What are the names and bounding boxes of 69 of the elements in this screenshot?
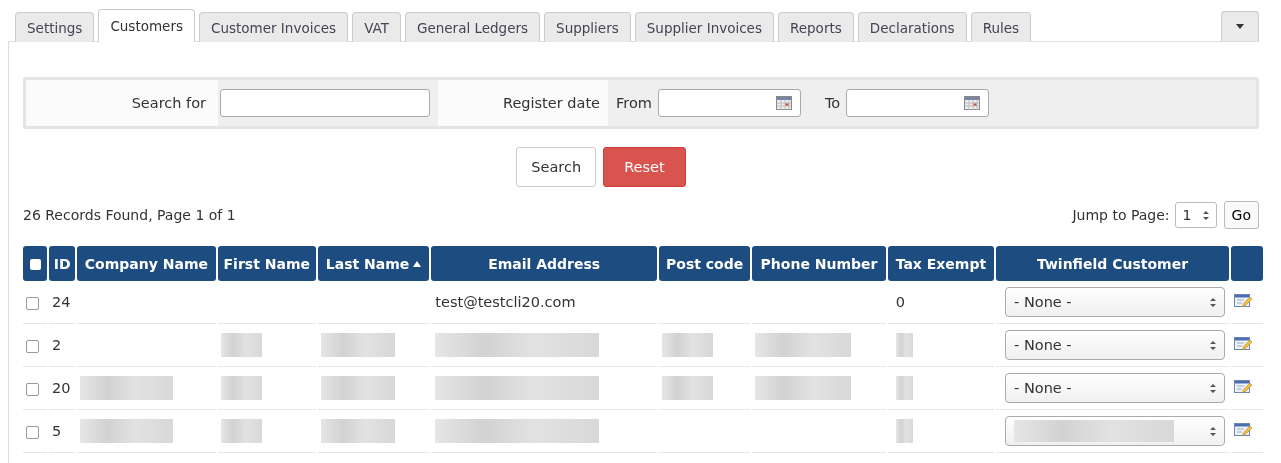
customer-select[interactable]: - None - — [1005, 330, 1226, 360]
tab[interactable]: General Ledgers — [404, 12, 541, 42]
table-cell: 2 — [52, 337, 62, 353]
select-all-checkbox[interactable] — [29, 259, 41, 270]
jump-to-page-label: Jump to Page: — [1072, 207, 1170, 223]
date-field[interactable] — [657, 89, 801, 117]
table-cell: test@testcli20.com — [435, 294, 576, 310]
spinner-icon — [1210, 382, 1217, 394]
spinner-icon — [1210, 425, 1217, 437]
customer-select[interactable]: - None - — [1005, 373, 1226, 403]
edit-icon[interactable] — [1233, 378, 1252, 395]
spinner-icon — [1210, 339, 1217, 351]
row-checkbox[interactable] — [26, 425, 39, 439]
sort-up-icon — [413, 260, 422, 267]
tab[interactable]: Reports — [777, 12, 854, 42]
from-label: From — [616, 95, 652, 111]
row-checkbox[interactable] — [26, 296, 39, 310]
table-cell: 5 — [52, 423, 62, 439]
to-label: To — [824, 95, 841, 111]
column-header[interactable]: ID — [49, 246, 76, 281]
column-header[interactable]: Email Address — [431, 246, 657, 281]
register-date-label: Register date — [503, 95, 600, 111]
search-field[interactable] — [220, 89, 430, 117]
header-cell — [1230, 246, 1263, 281]
tab[interactable]: VAT — [352, 12, 401, 42]
redacted-block — [895, 333, 913, 357]
redacted-block — [895, 376, 913, 400]
tab[interactable]: Customer Invoices — [199, 12, 349, 42]
column-header[interactable]: Last Name — [317, 246, 430, 281]
column-header[interactable]: First Name — [217, 246, 316, 281]
redacted-block — [895, 419, 913, 443]
spinner-icon — [1210, 296, 1217, 308]
tab[interactable]: Suppliers — [544, 12, 631, 42]
edit-icon[interactable] — [1233, 292, 1252, 309]
page-select[interactable]: 1 — [1174, 202, 1217, 228]
redacted-block — [220, 419, 263, 443]
calendar-icon — [775, 96, 792, 110]
table-cell: 24 — [52, 294, 71, 310]
table-cell: 0 — [895, 294, 905, 310]
column-header[interactable]: Post code — [659, 246, 751, 281]
redacted-block — [220, 333, 263, 357]
tab[interactable]: Customers — [98, 9, 195, 42]
tab[interactable]: Rules — [970, 12, 1032, 42]
redacted-block — [662, 376, 714, 400]
tab[interactable]: Supplier Invoices — [634, 12, 774, 42]
date-field[interactable] — [846, 89, 990, 117]
tab[interactable]: Declarations — [857, 12, 967, 42]
customer-select[interactable] — [1005, 416, 1226, 446]
table-cell: 20 — [52, 380, 71, 396]
column-header[interactable]: Phone Number — [752, 246, 886, 281]
reset-button[interactable]: Reset — [603, 147, 686, 187]
search-label: Search for — [131, 95, 206, 111]
column-header[interactable]: Tax Exempt — [887, 246, 995, 281]
redacted-block — [662, 333, 714, 357]
edit-icon[interactable] — [1233, 421, 1252, 438]
spinner-icon — [1202, 209, 1209, 221]
row-checkbox[interactable] — [26, 339, 39, 353]
go-button[interactable]: Go — [1223, 201, 1259, 229]
tab[interactable]: Settings — [15, 12, 95, 42]
edit-icon[interactable] — [1233, 335, 1252, 352]
calendar-icon — [964, 96, 981, 110]
row-checkbox[interactable] — [26, 382, 39, 396]
redacted-block — [220, 376, 263, 400]
records-summary: 26 Records Found, Page 1 of 1 — [23, 207, 237, 223]
customer-select[interactable]: - None - — [1005, 287, 1226, 317]
search-button[interactable]: Search — [516, 147, 597, 187]
caret-icon — [1236, 24, 1244, 29]
column-header[interactable]: Company Name — [77, 246, 216, 281]
column-header[interactable]: Twinfield Customer — [996, 246, 1229, 281]
